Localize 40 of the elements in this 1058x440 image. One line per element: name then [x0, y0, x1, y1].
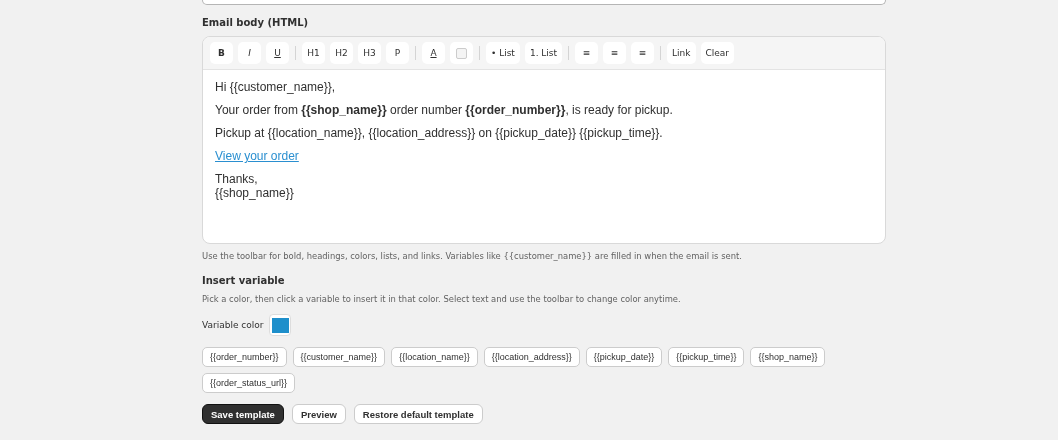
variable-chip[interactable]: {{pickup_date}}	[585, 347, 663, 367]
action-button[interactable]: Preview	[291, 404, 346, 424]
paragraph: Hi {{customer_name}},	[215, 80, 337, 94]
toolbar-button[interactable]: ≡	[603, 42, 627, 64]
editor-label: Email body (HTML)	[202, 17, 310, 30]
toolbar-button[interactable]: U	[266, 42, 289, 64]
toolbar-button[interactable]: A	[422, 42, 445, 64]
highlight-button[interactable]	[450, 42, 473, 64]
toolbar-button[interactable]: I	[238, 42, 261, 64]
toolbar-button[interactable]: Link	[667, 42, 696, 64]
variable-chip[interactable]: {{shop_name}}	[750, 347, 826, 367]
link[interactable]: View your order	[215, 149, 299, 163]
toolbar-button[interactable]: H1	[302, 42, 325, 64]
toolbar-button[interactable]: ≡	[575, 42, 599, 64]
square-icon	[456, 47, 467, 59]
paragraph: Your order from {{shop_name}} order number {{order_number}}, is ready for pickup.	[215, 103, 674, 117]
variable-chip[interactable]: {{order_number}}	[202, 347, 287, 367]
toolbar-button[interactable]: H2	[330, 42, 353, 64]
toolbar-button[interactable]: Clear	[700, 42, 735, 64]
text-line: {{shop_name}}	[215, 186, 295, 200]
toolbar-button[interactable]: 1. List	[524, 42, 563, 64]
save-button[interactable]: Save template	[202, 404, 284, 424]
help-text: Use the toolbar for bold, headings, colors, lists, and links. Variables like {{customer_name}} are filled in when the email is sent.	[202, 251, 743, 261]
variable-chip[interactable]: {{pickup_time}}	[668, 347, 745, 367]
variable-chip[interactable]: {{location_name}}	[391, 347, 478, 367]
color-swatch[interactable]	[269, 314, 292, 336]
toolbar-button[interactable]: H3	[358, 42, 381, 64]
paragraph: Pickup at {{location_name}}, {{location_address}} on {{pickup_date}} {{pickup_time}}.	[215, 126, 664, 140]
section-title: Insert variable	[202, 275, 286, 286]
text-line: Thanks,	[215, 172, 259, 186]
field-label: Variable color	[202, 320, 264, 330]
toolbar-button[interactable]: • List	[486, 42, 520, 64]
variable-chip[interactable]: {{order_status_url}}	[202, 373, 296, 393]
toolbar-button[interactable]: P	[386, 42, 409, 64]
description: Pick a color, then click a variable to insert it in that color. Select text and use the toolbar to change color anytime.	[202, 294, 682, 304]
toolbar-button[interactable]: B	[210, 42, 233, 64]
variable-chip[interactable]: {{location_address}}	[483, 347, 580, 367]
action-button[interactable]: Restore default template	[353, 404, 483, 424]
toolbar-button[interactable]: ≡	[631, 42, 655, 64]
variable-chip[interactable]: {{customer_name}}	[292, 347, 386, 367]
